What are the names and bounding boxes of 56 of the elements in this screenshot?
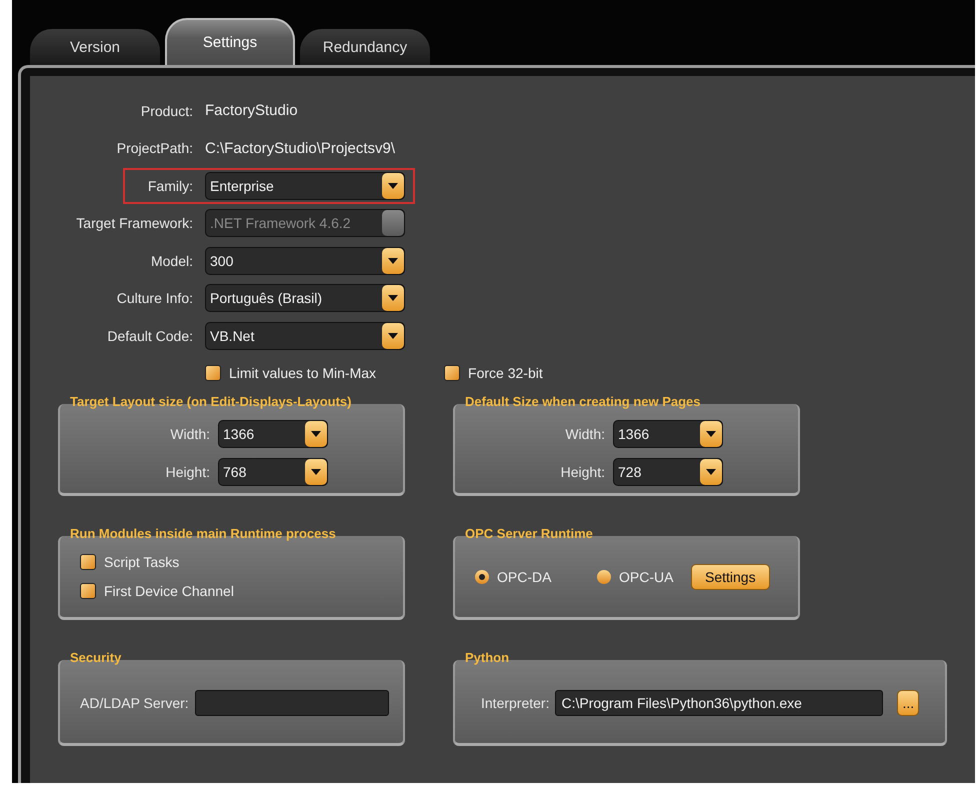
field-label: AD/LDAP Server: (80, 695, 189, 711)
field-label: Family: (148, 178, 193, 194)
field-label: Width: (565, 426, 605, 442)
checkbox-label: Force 32-bit (468, 365, 543, 382)
group-title: OPC Server Runtime (465, 526, 593, 541)
tab[interactable]: Version (30, 29, 160, 65)
input-field[interactable] (194, 690, 389, 716)
checkbox[interactable] (80, 554, 96, 570)
field-label: ProjectPath: (116, 140, 193, 156)
group-title: Python (465, 650, 510, 665)
checkbox-label: Limit values to Min-Max (229, 365, 376, 382)
radio-button[interactable] (475, 570, 489, 584)
dropdown[interactable]: VB.Net (205, 322, 405, 350)
dropdown[interactable]: Português (Brasil) (205, 284, 405, 312)
group-title: Run Modules inside main Runtime process (70, 526, 336, 541)
caret-icon (388, 332, 398, 339)
dropdown[interactable]: 1366 (613, 420, 723, 448)
field-label: Model: (150, 252, 193, 269)
group-title: Target Layout size (on Edit-Displays-Layouts) (70, 394, 352, 409)
field-label: Width: (170, 426, 210, 442)
field-label: Height: (166, 464, 210, 480)
dropdown[interactable]: 768 (218, 458, 328, 486)
dropdown[interactable]: Enterprise (205, 172, 405, 200)
field-label: Target Framework: (76, 215, 193, 232)
caret-icon (311, 431, 321, 437)
checkbox-label: Script Tasks (104, 554, 180, 570)
caret-icon (706, 469, 716, 475)
caret-icon (311, 469, 321, 475)
field-label: Default Code: (107, 328, 193, 344)
settings-button[interactable]: Settings (691, 564, 770, 590)
dropdown[interactable]: 1366 (218, 420, 328, 448)
caret-icon (706, 431, 716, 437)
group-title: Security (70, 650, 122, 665)
browse-button[interactable]: ... (897, 690, 920, 716)
radio-label: OPC-DA (497, 569, 552, 585)
group-title: Default Size when creating new Pages (465, 394, 701, 409)
caret-icon (388, 295, 398, 302)
input-field[interactable]: C:\Program Files\Python36\python.exe (555, 690, 884, 716)
field-value: C:\FactoryStudio\Projectsv9\ (205, 140, 396, 157)
caret-icon (388, 258, 398, 264)
tab[interactable]: Redundancy (300, 29, 430, 65)
checkbox[interactable] (80, 583, 96, 599)
dropdown[interactable]: 728 (613, 458, 723, 486)
field-label: Interpreter: (481, 695, 550, 711)
caret-icon (388, 182, 398, 189)
checkbox-label: First Device Channel (104, 583, 234, 599)
field-label: Product: (140, 102, 193, 119)
dropdown[interactable]: 300 (205, 246, 405, 275)
tab[interactable]: Settings (165, 18, 295, 65)
field-label: Culture Info: (116, 290, 193, 306)
checkbox[interactable] (444, 365, 460, 382)
radio-label: OPC-UA (619, 569, 674, 585)
field-label: Height: (560, 464, 605, 480)
radio-button[interactable] (597, 570, 611, 584)
field-value: FactoryStudio (205, 102, 299, 120)
checkbox[interactable] (205, 365, 221, 382)
